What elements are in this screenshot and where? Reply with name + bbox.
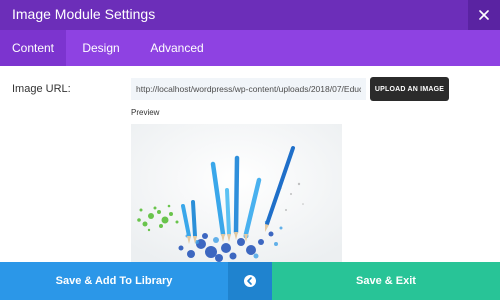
tab-content[interactable]: Content (0, 30, 66, 66)
history-button[interactable] (228, 262, 272, 300)
modal-footer: Save & Add To Library Save & Exit (0, 262, 500, 300)
settings-tabs: Content Design Advanced (0, 30, 500, 66)
close-button[interactable] (468, 0, 500, 30)
settings-content: Image URL: UPLOAD AN IMAGE Preview (0, 66, 500, 262)
image-url-input[interactable] (131, 78, 366, 100)
tab-advanced[interactable]: Advanced (136, 30, 218, 66)
preview-label: Preview (131, 108, 160, 117)
colored-pencils-image (131, 124, 342, 262)
upload-image-button[interactable]: UPLOAD AN IMAGE (370, 77, 449, 101)
modal-title: Image Module Settings (12, 6, 156, 22)
tab-design[interactable]: Design (66, 30, 136, 66)
preview-image (131, 124, 342, 262)
image-url-label: Image URL: (12, 83, 71, 95)
history-icon (244, 275, 256, 287)
close-icon (479, 10, 489, 20)
save-add-to-library-button[interactable]: Save & Add To Library (0, 262, 228, 300)
modal-header: Image Module Settings (0, 0, 500, 30)
save-exit-button[interactable]: Save & Exit (272, 262, 500, 300)
